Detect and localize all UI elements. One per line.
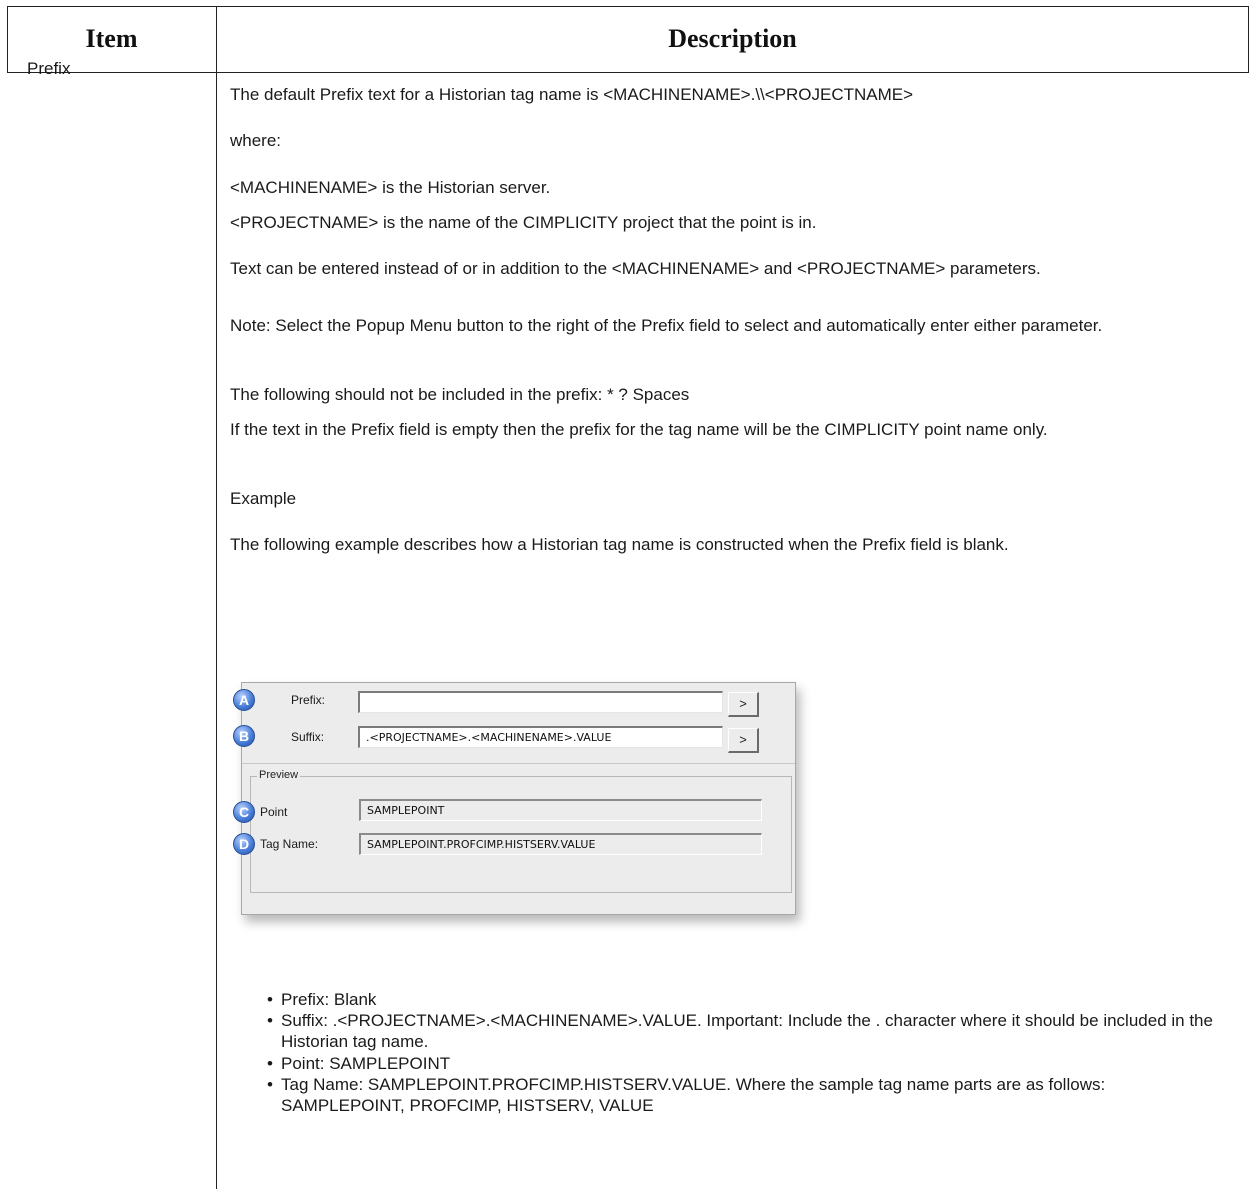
- paragraph-empty-prefix: If the text in the Prefix field is empty…: [230, 420, 1048, 439]
- suffix-label: Suffix:: [291, 730, 325, 744]
- paragraph-note: Note: Select the Popup Menu button to th…: [230, 316, 1103, 335]
- column-header-description: Description: [668, 24, 797, 53]
- paragraph-excluded-chars: The following should not be included in …: [230, 385, 690, 404]
- column-divider: [216, 6, 217, 1189]
- paragraph-machinename: <MACHINENAME> is the Historian server.: [230, 178, 551, 197]
- point-preview-field: SAMPLEPOINT: [359, 799, 762, 821]
- callout-badge-b: B: [233, 725, 255, 747]
- bullet-suffix: Suffix: .<PROJECTNAME>.<MACHINENAME>.VAL…: [267, 1010, 1231, 1052]
- paragraph-default-prefix: The default Prefix text for a Historian …: [230, 85, 914, 104]
- prefix-input[interactable]: [358, 691, 723, 713]
- paragraph-projectname: <PROJECTNAME> is the name of the CIMPLIC…: [230, 213, 817, 232]
- header-divider: [7, 72, 1249, 73]
- callout-badge-a: A: [233, 689, 255, 711]
- suffix-input[interactable]: .<PROJECTNAME>.<MACHINENAME>.VALUE: [358, 726, 723, 748]
- bullet-point: Point: SAMPLEPOINT: [267, 1053, 1231, 1074]
- prefix-label: Prefix:: [291, 693, 326, 707]
- paragraph-text-entry: Text can be entered instead of or in add…: [230, 259, 1041, 278]
- bullet-tag-name: Tag Name: SAMPLEPOINT.PROFCIMP.HISTSERV.…: [267, 1074, 1231, 1116]
- row-item-name: Prefix: [27, 59, 71, 78]
- prefix-popup-button[interactable]: >: [728, 692, 759, 717]
- tagname-label: Tag Name:: [260, 837, 319, 851]
- paragraph-example-heading: Example: [230, 489, 297, 508]
- point-label: Point: [260, 805, 288, 819]
- bullet-prefix: Prefix: Blank: [267, 989, 1231, 1010]
- dialog-separator: [242, 763, 795, 764]
- tagname-preview-field: SAMPLEPOINT.PROFCIMP.HISTSERV.VALUE: [359, 833, 762, 855]
- callout-badge-c: C: [233, 801, 255, 823]
- paragraph-example-description: The following example describes how a Hi…: [230, 535, 1009, 554]
- dialog-panel: A Prefix: > B Suffix: .<PROJECTNAME>.<MA…: [233, 682, 796, 915]
- paragraph-where: where:: [230, 131, 282, 150]
- dialog-screenshot: A Prefix: > B Suffix: .<PROJECTNAME>.<MA…: [231, 677, 820, 949]
- preview-group-label: Preview: [257, 769, 301, 781]
- suffix-popup-button[interactable]: >: [728, 728, 759, 753]
- callout-badge-d: D: [233, 833, 255, 855]
